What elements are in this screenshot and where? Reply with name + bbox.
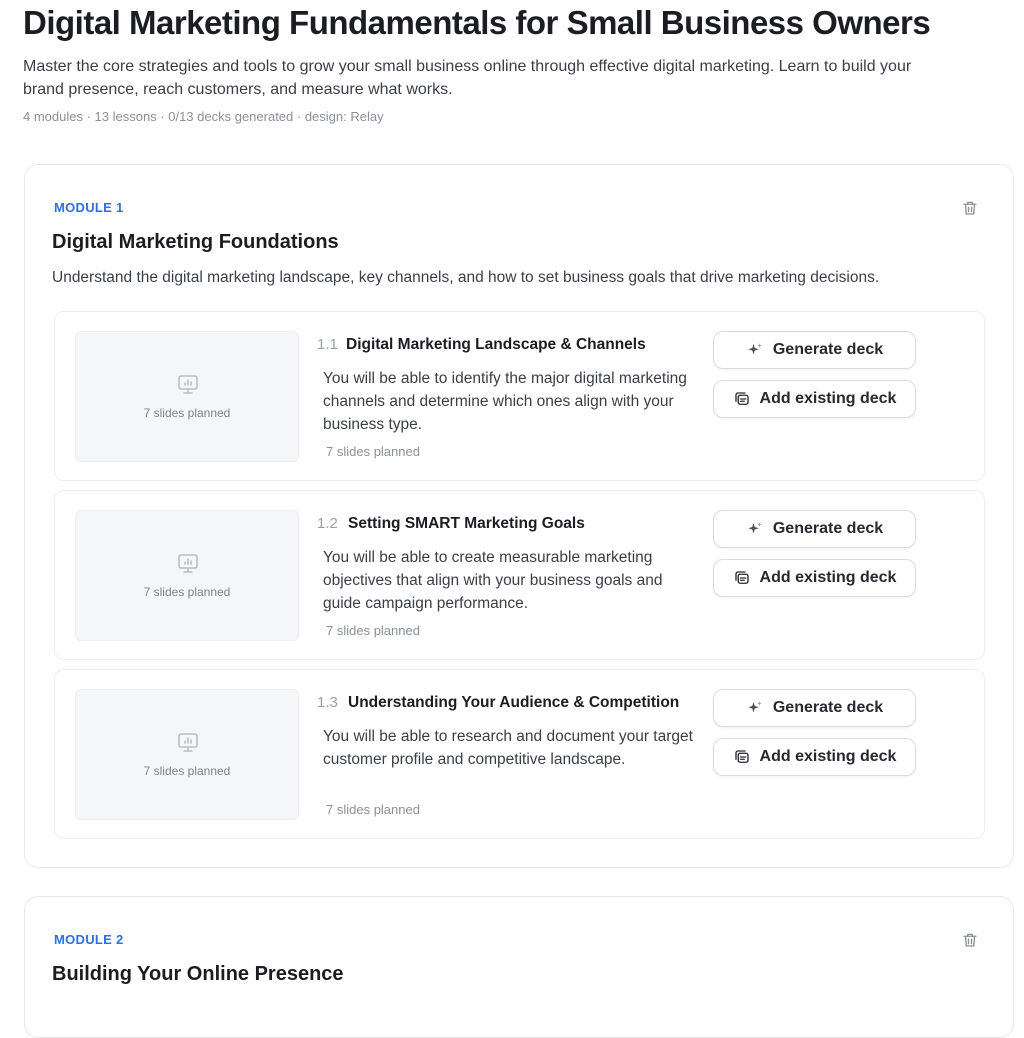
module-card: MODULE 1 Digital Marketing Foundations U… [24,164,1014,868]
course-title: Digital Marketing Fundamentals for Small… [23,4,931,41]
add-existing-deck-label: Add existing deck [759,569,897,586]
course-description: Master the core strategies and tools to … [23,58,912,98]
module-title: Digital Marketing Foundations [52,231,339,253]
lesson-objective: You will be able to create measurable ma… [323,549,663,612]
generate-deck-button[interactable]: Generate deck [713,510,916,548]
add-existing-deck-button[interactable]: Add existing deck [713,738,916,776]
lesson-objective: You will be able to identify the major d… [323,370,687,433]
course-meta: 4 modules · 13 lessons · 0/13 decks gene… [23,109,384,124]
sparkle-icon [748,701,762,713]
thumbnail-label: 7 slides planned [143,585,231,599]
generate-deck-label: Generate deck [772,520,884,537]
trash-icon[interactable] [961,931,979,949]
slides-planned: 7 slides planned [326,623,420,638]
add-existing-deck-button[interactable]: Add existing deck [713,380,916,418]
thumbnail-label: 7 slides planned [143,764,231,778]
lesson-title: Digital Marketing Landscape & Channels [346,336,646,353]
presentation-icon [178,375,198,394]
lesson-card: 7 slides planned 1.3 Understanding Your … [54,669,985,839]
thumbnail-label: 7 slides planned [143,406,231,420]
slides-planned: 7 slides planned [326,444,420,459]
copy-deck-icon [734,392,749,405]
generate-deck-button[interactable]: Generate deck [713,689,916,727]
module-description: Understand the digital marketing landsca… [52,269,880,286]
presentation-icon [178,733,198,752]
add-existing-deck-label: Add existing deck [759,748,897,765]
copy-deck-icon [734,750,749,763]
deck-thumbnail: 7 slides planned [75,331,299,462]
deck-thumbnail: 7 slides planned [75,689,299,820]
presentation-icon [178,554,198,573]
lesson-card: 7 slides planned 1.1 Digital Marketing L… [54,311,985,481]
lesson-card: 7 slides planned 1.2 Setting SMART Marke… [54,490,985,660]
add-existing-deck-button[interactable]: Add existing deck [713,559,916,597]
add-existing-deck-label: Add existing deck [759,390,897,407]
module-label: MODULE 1 [54,200,124,215]
module-label: MODULE 2 [54,932,124,947]
slides-planned: 7 slides planned [326,802,420,817]
lesson-title: Setting SMART Marketing Goals [348,515,585,532]
sparkle-icon [748,343,762,355]
deck-thumbnail: 7 slides planned [75,510,299,641]
lesson-number: 1.3 [317,694,338,711]
lesson-number: 1.2 [317,515,338,532]
generate-deck-label: Generate deck [772,341,884,358]
module-card: MODULE 2 Building Your Online Presence [24,896,1014,1038]
copy-deck-icon [734,571,749,584]
lesson-number: 1.1 [317,336,338,353]
lesson-objective: You will be able to research and documen… [323,728,693,768]
generate-deck-button[interactable]: Generate deck [713,331,916,369]
module-title: Building Your Online Presence [52,963,344,985]
sparkle-icon [748,522,762,534]
lesson-title: Understanding Your Audience & Competitio… [348,694,680,711]
trash-icon[interactable] [961,199,979,217]
generate-deck-label: Generate deck [772,699,884,716]
